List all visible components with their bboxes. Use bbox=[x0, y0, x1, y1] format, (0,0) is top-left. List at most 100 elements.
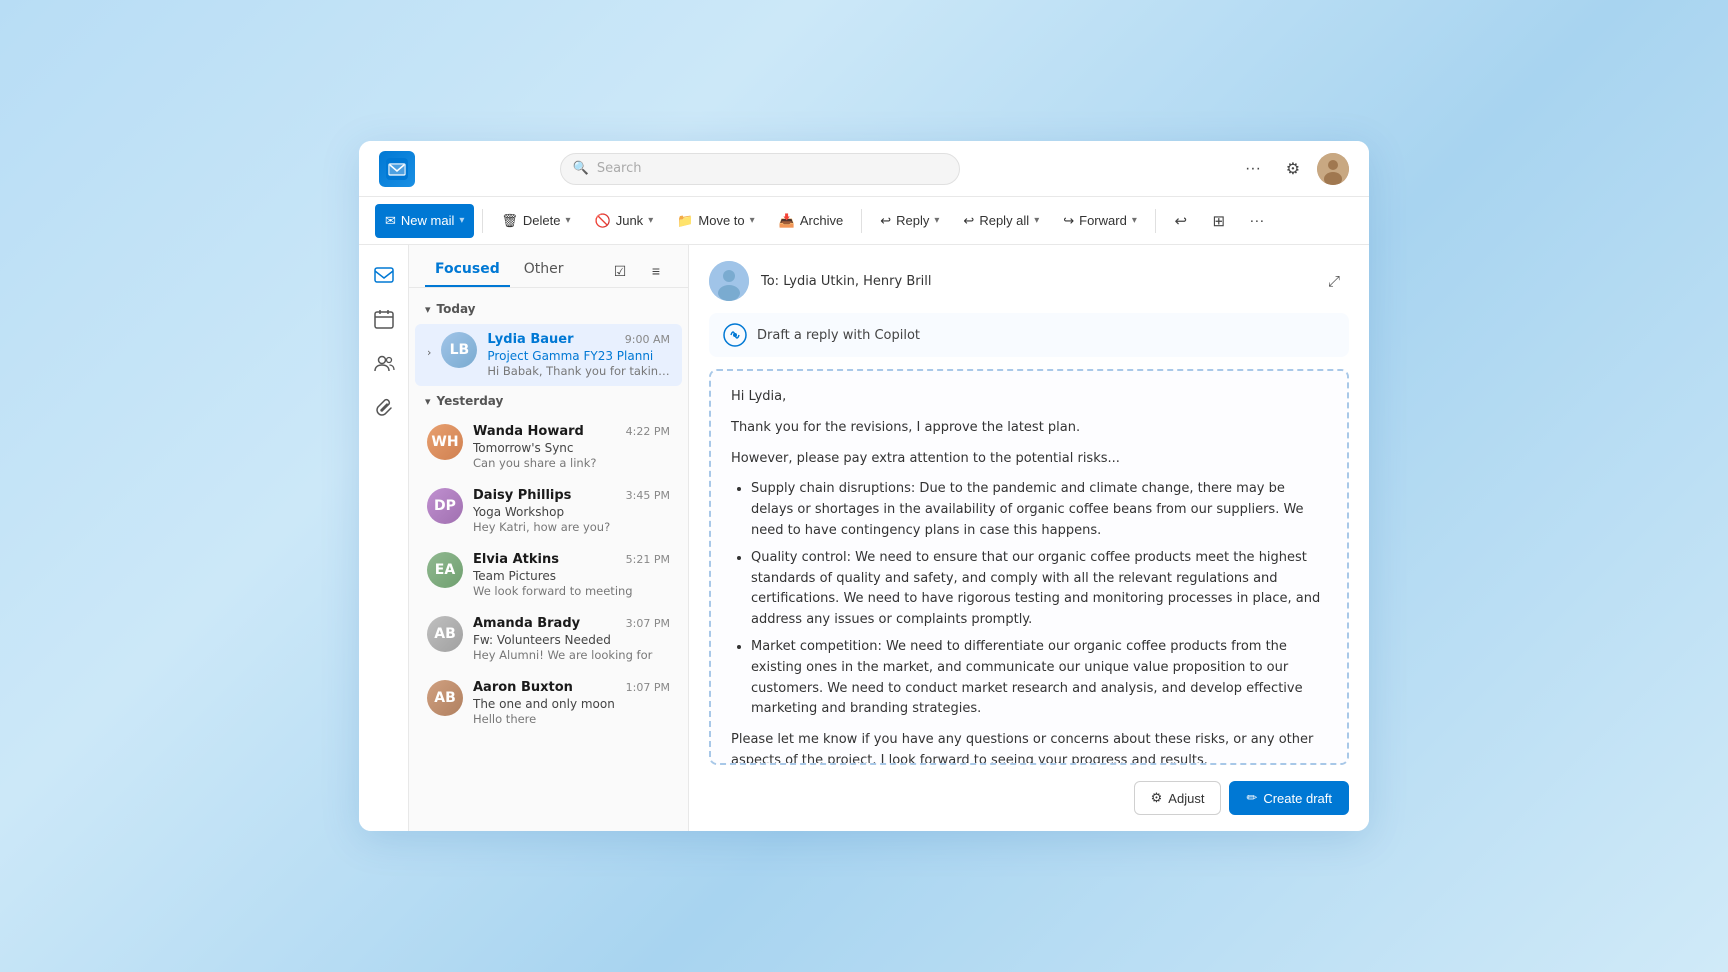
daisy-subject: Yoga Workshop bbox=[473, 505, 670, 519]
settings-button[interactable]: ⚙ bbox=[1277, 153, 1309, 185]
lydia-subject: Project Gamma FY23 Planni bbox=[487, 349, 670, 363]
move-icon: 📁 bbox=[677, 213, 693, 229]
user-avatar[interactable] bbox=[1317, 153, 1349, 185]
today-label: Today bbox=[437, 302, 476, 316]
toolbar-divider-2 bbox=[861, 209, 862, 233]
delete-icon: 🗑 bbox=[501, 213, 518, 229]
toolbar-divider-3 bbox=[1155, 209, 1156, 233]
mail-item-amanda[interactable]: AB Amanda Brady 3:07 PM Fw: Volunteers N… bbox=[415, 608, 682, 670]
grid-view-button[interactable]: ⊞ bbox=[1202, 204, 1236, 238]
elvia-sender: Elvia Atkins bbox=[473, 552, 559, 567]
amanda-avatar: AB bbox=[427, 616, 463, 652]
copilot-label: Draft a reply with Copilot bbox=[757, 328, 920, 343]
daisy-mail-content: Daisy Phillips 3:45 PM Yoga Workshop Hey… bbox=[473, 488, 670, 534]
sidebar-item-people[interactable] bbox=[366, 345, 402, 381]
create-draft-label: Create draft bbox=[1263, 791, 1332, 806]
mail-item-elvia[interactable]: EA Elvia Atkins 5:21 PM Team Pictures We… bbox=[415, 544, 682, 606]
reading-from-avatar bbox=[709, 261, 749, 301]
sidebar-item-calendar[interactable] bbox=[366, 301, 402, 337]
aaron-avatar: AB bbox=[427, 680, 463, 716]
today-chevron: ▾ bbox=[425, 303, 431, 316]
archive-button[interactable]: 📥 Archive bbox=[769, 204, 854, 238]
lydia-sender: Lydia Bauer bbox=[487, 332, 573, 347]
wanda-mail-content: Wanda Howard 4:22 PM Tomorrow's Sync Can… bbox=[473, 424, 670, 470]
amanda-sender: Amanda Brady bbox=[473, 616, 580, 631]
daisy-preview: Hey Katri, how are you? bbox=[473, 520, 670, 534]
expand-reading-button[interactable]: ⤢ bbox=[1319, 266, 1349, 296]
draft-para3: Please let me know if you have any quest… bbox=[731, 730, 1327, 765]
mail-item-aaron[interactable]: AB Aaron Buxton 1:07 PM The one and only… bbox=[415, 672, 682, 734]
main-content: Focused Other ☑ ≡ ▾ Today › LB bbox=[359, 245, 1369, 831]
search-bar[interactable]: 🔍 Search bbox=[560, 153, 960, 185]
date-header-today: ▾ Today bbox=[409, 296, 688, 322]
reply-button[interactable]: ↩ Reply ▾ bbox=[870, 204, 949, 238]
toolbar: ✉ New mail ▾ 🗑 Delete ▾ 🚫 Junk ▾ 📁 Move … bbox=[359, 197, 1369, 245]
reading-pane: To: Lydia Utkin, Henry Brill ⤢ Draft a r… bbox=[689, 245, 1369, 831]
draft-bullet-2: Quality control: We need to ensure that … bbox=[751, 548, 1327, 631]
new-mail-button[interactable]: ✉ New mail ▾ bbox=[375, 204, 474, 238]
search-icon: 🔍 bbox=[573, 161, 589, 176]
reading-to-label: To: Lydia Utkin, Henry Brill bbox=[761, 274, 1307, 289]
tab-other[interactable]: Other bbox=[514, 255, 574, 287]
elvia-time: 5:21 PM bbox=[626, 553, 670, 566]
copilot-icon bbox=[723, 323, 747, 347]
draft-bullet-1: Supply chain disruptions: Due to the pan… bbox=[751, 479, 1327, 541]
adjust-button[interactable]: ⚙ Adjust bbox=[1134, 781, 1222, 815]
new-mail-chevron: ▾ bbox=[459, 215, 464, 226]
daisy-time: 3:45 PM bbox=[626, 489, 670, 502]
elvia-avatar: EA bbox=[427, 552, 463, 588]
elvia-mail-content: Elvia Atkins 5:21 PM Team Pictures We lo… bbox=[473, 552, 670, 598]
mail-item-lydia[interactable]: › LB Lydia Bauer 9:00 AM Project Gamma F… bbox=[415, 324, 682, 386]
draft-bullets: Supply chain disruptions: Due to the pan… bbox=[751, 479, 1327, 720]
more-toolbar-button[interactable]: ··· bbox=[1240, 204, 1274, 238]
reply-all-icon: ↩ bbox=[963, 213, 974, 229]
aaron-sender: Aaron Buxton bbox=[473, 680, 573, 695]
forward-icon: ↪ bbox=[1063, 213, 1074, 229]
archive-icon: 📥 bbox=[779, 213, 795, 229]
app-logo bbox=[379, 151, 415, 187]
daisy-sender: Daisy Phillips bbox=[473, 488, 571, 503]
undo-button[interactable]: ↩ bbox=[1164, 204, 1198, 238]
aaron-mail-content: Aaron Buxton 1:07 PM The one and only mo… bbox=[473, 680, 670, 726]
wanda-preview: Can you share a link? bbox=[473, 456, 670, 470]
wanda-avatar: WH bbox=[427, 424, 463, 460]
adjust-label: Adjust bbox=[1168, 791, 1204, 806]
forward-button[interactable]: ↪ Forward ▾ bbox=[1053, 204, 1147, 238]
mail-item-wanda[interactable]: WH Wanda Howard 4:22 PM Tomorrow's Sync … bbox=[415, 416, 682, 478]
move-to-button[interactable]: 📁 Move to ▾ bbox=[667, 204, 764, 238]
expand-icon: › bbox=[427, 346, 431, 359]
more-options-button[interactable]: ··· bbox=[1237, 153, 1269, 185]
sidebar-item-mail[interactable] bbox=[366, 257, 402, 293]
draft-greeting: Hi Lydia, bbox=[731, 387, 1327, 408]
junk-button[interactable]: 🚫 Junk ▾ bbox=[585, 204, 664, 238]
tab-focused[interactable]: Focused bbox=[425, 255, 510, 287]
amanda-mail-content: Amanda Brady 3:07 PM Fw: Volunteers Need… bbox=[473, 616, 670, 662]
wanda-subject: Tomorrow's Sync bbox=[473, 441, 670, 455]
copilot-section: Draft a reply with Copilot bbox=[709, 313, 1349, 357]
app-container: 🔍 Search ··· ⚙ ✉ New mail ▾ 🗑 Delete bbox=[359, 141, 1369, 831]
amanda-preview: Hey Alumni! We are looking for bbox=[473, 648, 670, 662]
sidebar-icons bbox=[359, 245, 409, 831]
create-draft-button[interactable]: ✏ Create draft bbox=[1229, 781, 1349, 815]
sidebar-item-attachments[interactable] bbox=[366, 389, 402, 425]
lydia-mail-content: Lydia Bauer 9:00 AM Project Gamma FY23 P… bbox=[487, 332, 670, 378]
daisy-avatar: DP bbox=[427, 488, 463, 524]
draft-body[interactable]: Hi Lydia, Thank you for the revisions, I… bbox=[709, 369, 1349, 765]
filter-button[interactable]: ☑ bbox=[604, 255, 636, 287]
adjust-icon: ⚙ bbox=[1151, 790, 1163, 806]
aaron-time: 1:07 PM bbox=[626, 681, 670, 694]
draft-para1: Thank you for the revisions, I approve t… bbox=[731, 418, 1327, 439]
sort-button[interactable]: ≡ bbox=[640, 255, 672, 287]
new-mail-label: New mail bbox=[401, 213, 454, 228]
lydia-preview: Hi Babak, Thank you for taking the bbox=[487, 364, 670, 378]
wanda-sender: Wanda Howard bbox=[473, 424, 584, 439]
reading-header: To: Lydia Utkin, Henry Brill ⤢ bbox=[709, 261, 1349, 301]
mail-tabs-actions: ☑ ≡ bbox=[604, 255, 672, 287]
mail-item-daisy[interactable]: DP Daisy Phillips 3:45 PM Yoga Workshop … bbox=[415, 480, 682, 542]
mail-tabs: Focused Other ☑ ≡ bbox=[409, 245, 688, 288]
lydia-time: 9:00 AM bbox=[625, 333, 670, 346]
date-header-yesterday: ▾ Yesterday bbox=[409, 388, 688, 414]
toolbar-divider-1 bbox=[482, 209, 483, 233]
delete-button[interactable]: 🗑 Delete ▾ bbox=[491, 204, 580, 238]
reply-all-button[interactable]: ↩ Reply all ▾ bbox=[953, 204, 1049, 238]
